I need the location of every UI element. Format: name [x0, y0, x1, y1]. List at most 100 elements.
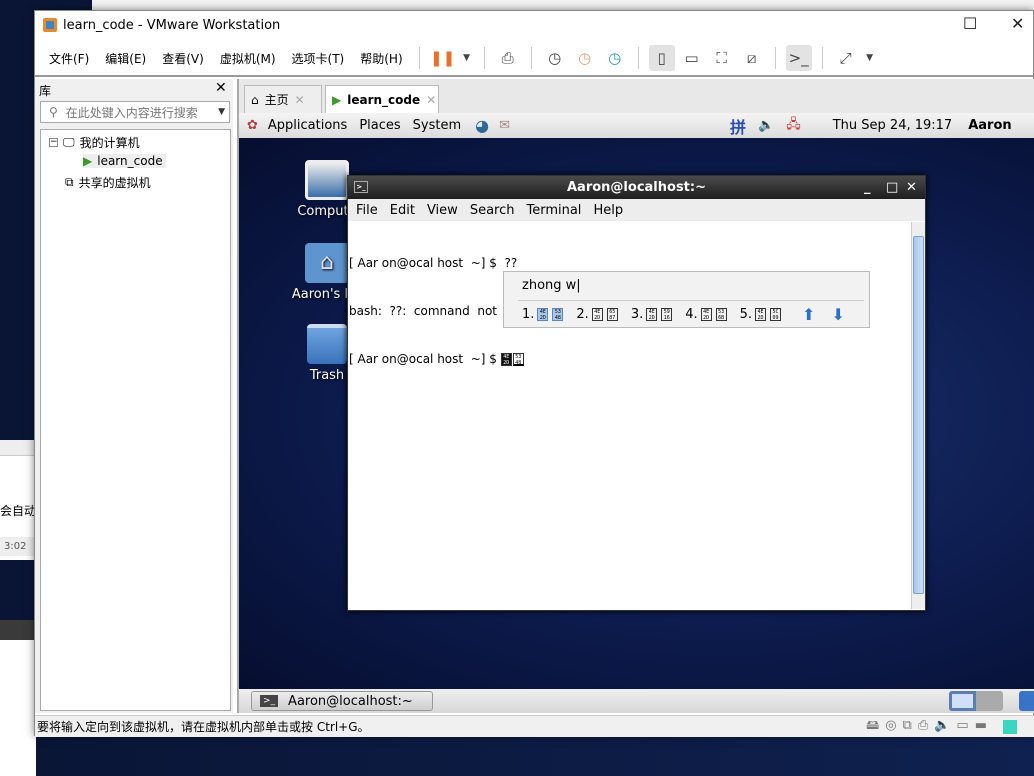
candidate-list: 1. 4E 2D 53 48 2. 4E 2D 65 87 3. 4E 2D 59 16 4. 4E 2D 53 6B…	[522, 305, 853, 324]
snapshot-take-icon[interactable]: ◷	[542, 45, 568, 71]
menu-edit[interactable]: Edit	[384, 203, 421, 218]
gnome-top-panel: ✿ Applications Places System ◕ ✉ 拼 🔈 🖧 T…	[239, 113, 1034, 138]
terminal-window: >_ Aaron@localhost:~ _ □ ✕ File Edit Vie…	[347, 175, 926, 611]
menu-places[interactable]: Places	[353, 118, 406, 133]
background-window-left: 会自动 3:02	[0, 440, 36, 560]
menu-view[interactable]: View	[421, 203, 464, 218]
stretch-guest-icon[interactable]: ⤢	[833, 45, 859, 71]
menu-search[interactable]: Search	[464, 203, 521, 218]
ime-candidate[interactable]: 1. 4E 2D 53 48	[522, 307, 564, 322]
terminal-icon: >_	[260, 695, 279, 707]
minimize-button[interactable]: _	[864, 176, 871, 199]
menu-file[interactable]: File	[350, 203, 384, 218]
ime-candidate[interactable]: 5. 4E 2D 5C 09	[740, 307, 782, 322]
menu-edit[interactable]: 编辑(E)	[97, 50, 154, 67]
fullscreen-icon[interactable]: ⛶	[709, 45, 735, 71]
close-tab-icon[interactable]: ✕	[426, 93, 436, 107]
tree-item-my-computer[interactable]: − 🖵 我的计算机	[49, 134, 140, 151]
monitor-icon: 🖵	[63, 135, 75, 149]
scrollbar-thumb[interactable]	[913, 236, 924, 594]
menu-system[interactable]: System	[407, 118, 467, 133]
web-browser-icon[interactable]: ◕	[475, 116, 489, 135]
menu-terminal[interactable]: Terminal	[520, 203, 587, 218]
notes-icon[interactable]	[1003, 719, 1017, 734]
console-view-icon[interactable]: >_	[785, 45, 812, 71]
home-icon: ⌂	[251, 92, 259, 107]
gnome-foot-icon: ✿	[247, 118, 258, 133]
clock[interactable]: Thu Sep 24, 19:17	[833, 118, 952, 133]
collapse-icon[interactable]: −	[49, 138, 58, 147]
chevron-down-icon[interactable]: ▼	[218, 107, 225, 117]
menu-help[interactable]: 帮助(H)	[352, 50, 410, 67]
ime-candidate[interactable]: 3. 4E 2D 59 16	[631, 307, 673, 322]
tab-learn-code[interactable]: ▶ learn_code ✕	[325, 85, 439, 113]
page-up-icon[interactable]: ⬆	[802, 305, 815, 324]
search-icon: ⚲	[49, 105, 58, 119]
status-bar: 要将输入定向到该虚拟机，请在虚拟机内部单击或按 Ctrl+G。 🖴◎⧉⎙🔈▭▬	[35, 715, 1034, 737]
volume-icon[interactable]: 🔈	[758, 118, 774, 133]
vm-icon: ▶	[332, 92, 342, 107]
terminal-titlebar: >_ Aaron@localhost:~ _ □ ✕	[348, 176, 925, 199]
maximize-button[interactable]: □	[886, 176, 898, 199]
workspace-switcher[interactable]	[949, 691, 1003, 711]
show-library-icon[interactable]: ▯	[648, 45, 675, 71]
background-time: 3:02	[0, 537, 36, 556]
tree-item-learn-code[interactable]: ▶ learn_code	[83, 154, 166, 168]
background-text: 会自动	[0, 504, 37, 518]
gnome-bottom-panel: >_ Aaron@localhost:~	[239, 689, 1034, 713]
close-tab-icon[interactable]: ✕	[295, 93, 305, 107]
taskbar-item-terminal[interactable]: >_ Aaron@localhost:~	[251, 691, 433, 711]
tab-home[interactable]: ⌂ 主页 ✕	[244, 85, 322, 113]
maximize-button[interactable]: ☐	[963, 14, 977, 33]
chevron-down-icon[interactable]: ▼	[863, 45, 877, 71]
terminal-icon: >_	[354, 181, 368, 193]
terminal-scrollbar[interactable]	[911, 222, 925, 609]
vmware-logo-icon	[43, 18, 57, 32]
ime-pinyin-icon[interactable]: 拼	[730, 114, 746, 138]
thumbnail-bar-icon[interactable]: ▭	[679, 45, 705, 71]
menu-applications[interactable]: Applications	[262, 118, 353, 133]
send-ctrl-alt-del-icon[interactable]: ⎙	[495, 45, 521, 71]
snapshot-manager-icon[interactable]: ◷	[602, 45, 628, 71]
pause-icon[interactable]: ❚❚	[430, 45, 456, 71]
unity-icon[interactable]: ⧄	[739, 45, 765, 71]
mail-icon[interactable]: ✉	[499, 118, 510, 133]
ime-preedit: zhong w|	[522, 278, 581, 293]
tree-label: learn_code	[97, 154, 163, 168]
user-menu[interactable]: Aaron	[968, 118, 1011, 133]
network-disconnected-icon[interactable]: 🖧	[786, 115, 801, 137]
terminal-line: [ Aar on@ocal host ~] $ 4E 2D53 48	[349, 351, 909, 367]
title-bar: learn_code - VMware Workstation ☐ ✕	[35, 11, 1033, 39]
ime-candidate[interactable]: 2. 4E 2D 65 87	[576, 307, 618, 322]
status-message: 要将输入定向到该虚拟机，请在虚拟机内部单击或按 Ctrl+G。	[37, 720, 370, 734]
ime-candidate[interactable]: 4. 4E 2D 53 6B	[685, 307, 727, 322]
menu-tabs[interactable]: 选项卡(T)	[284, 50, 353, 67]
close-button[interactable]: ✕	[906, 176, 917, 199]
menu-view[interactable]: 查看(V)	[154, 50, 212, 67]
snapshot-revert-icon[interactable]: ◷	[572, 45, 598, 71]
chevron-down-icon[interactable]: ▼	[460, 45, 474, 71]
vm-running-icon: ▶	[83, 154, 93, 168]
library-tree: − 🖵 我的计算机 ▶ learn_code ⧉ 共享的虚拟机	[40, 129, 231, 711]
close-library-icon[interactable]: ✕	[215, 80, 227, 96]
taskbar-label: Aaron@localhost:~	[288, 693, 413, 709]
window-title: learn_code - VMware Workstation	[63, 17, 281, 33]
page-down-icon[interactable]: ⬇	[831, 305, 844, 324]
device-icons[interactable]: 🖴◎⧉⎙🔈▭▬	[866, 716, 993, 738]
terminal-line: [ Aar on@ocal host ~] $ ??	[349, 256, 518, 270]
menu-help[interactable]: Help	[587, 203, 629, 218]
library-search-input[interactable]: ⚲ 在此处键入内容进行搜索 ▼	[40, 101, 230, 123]
tree-item-shared-vms[interactable]: ⧉ 共享的虚拟机	[65, 174, 151, 191]
tree-label: 共享的虚拟机	[78, 176, 151, 190]
toolbar: 文件(F) 编辑(E) 查看(V) 虚拟机(M) 选项卡(T) 帮助(H) ❚❚…	[35, 41, 1033, 77]
menu-file[interactable]: 文件(F)	[41, 50, 97, 67]
tree-label: 我的计算机	[79, 136, 140, 150]
icon-label: Trash	[309, 368, 345, 383]
shared-vm-icon: ⧉	[65, 175, 74, 189]
show-desktop-icon[interactable]	[1019, 691, 1034, 711]
close-button[interactable]: ✕	[1011, 14, 1024, 33]
terminal-menubar: File Edit View Search Terminal Help	[348, 199, 925, 221]
library-panel: 库 ✕ ⚲ 在此处键入内容进行搜索 ▼ − 🖵 我的计算机 ▶ learn_co…	[35, 79, 233, 713]
menu-vm[interactable]: 虚拟机(M)	[212, 50, 284, 67]
ime-candidate-window: zhong w| 1. 4E 2D 53 48 2. 4E 2D 65 87 3. 4E 2D 59 16 4…	[503, 271, 870, 328]
